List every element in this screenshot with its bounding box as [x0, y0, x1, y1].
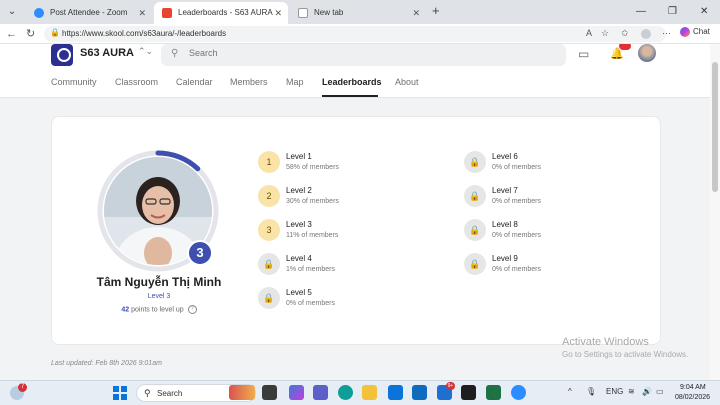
level-number-circle: 1 — [258, 151, 280, 173]
address-bar: ← ↻ 🔒 https://www.skool.com/s63aura/-/le… — [0, 24, 720, 44]
tab-community[interactable]: Community — [51, 77, 97, 87]
store-icon[interactable] — [388, 385, 403, 400]
level-item: 🔒 Level 8 0% of members — [464, 219, 644, 243]
lock-icon: 🔒 — [258, 253, 280, 275]
page-scrollbar[interactable] — [710, 44, 720, 380]
browser-tab-strip: ⌄ Post Attendee - Zoom ✕ Leaderboards - … — [0, 0, 720, 24]
url-field[interactable]: 🔒 https://www.skool.com/s63aura/-/leader… — [44, 26, 666, 42]
page-viewport: S63 AURA ⌃⌄ ⚲ ▭ 🔔 Community Classroom Ca… — [0, 44, 710, 380]
file-explorer-icon[interactable] — [362, 385, 377, 400]
member-name: Tâm Nguyễn Thị Minh — [96, 275, 222, 289]
level-item: 1 Level 1 58% of members — [258, 151, 438, 175]
favorites-icon[interactable]: ✩ — [621, 28, 629, 39]
browser-tab-zoom[interactable]: Post Attendee - Zoom ✕ — [26, 2, 152, 24]
level-number-circle: 2 — [258, 185, 280, 207]
lock-icon: 🔒 — [464, 253, 486, 275]
points-to-level-up: 42 points to level up ? — [60, 305, 258, 314]
tab-members[interactable]: Members — [230, 77, 268, 87]
zoom-icon[interactable] — [511, 385, 526, 400]
copilot-chat-button[interactable]: Chat — [680, 27, 710, 37]
task-view-icon[interactable] — [262, 385, 277, 400]
refresh-icon[interactable]: ↻ — [26, 26, 35, 42]
capcut-icon[interactable] — [461, 385, 476, 400]
close-tab-icon[interactable]: ✕ — [412, 2, 420, 24]
battery-icon[interactable]: ▭ — [656, 387, 664, 396]
tray-chevron-icon[interactable]: ^ — [568, 387, 572, 396]
maximize-icon[interactable]: ❐ — [668, 4, 677, 20]
browser-tab-leaderboards[interactable]: Leaderboards - S63 AURA ✕ — [154, 2, 288, 24]
level-number-circle: 3 — [258, 219, 280, 241]
favorite-star-icon[interactable]: ☆ — [601, 28, 609, 39]
microphone-icon[interactable]: 🎙 — [586, 387, 596, 396]
group-logo[interactable] — [51, 44, 73, 66]
language-indicator[interactable]: ENG — [606, 387, 623, 396]
level-item: 🔒 Level 5 0% of members — [258, 287, 438, 311]
lock-icon: 🔒 — [258, 287, 280, 309]
profile-avatar[interactable] — [641, 29, 651, 39]
level-item: 🔒 Level 9 0% of members — [464, 253, 644, 277]
close-tab-icon[interactable]: ✕ — [138, 2, 146, 24]
volume-icon[interactable]: 🔊 — [642, 387, 652, 396]
group-switcher-icon[interactable]: ⌃⌄ — [138, 46, 153, 57]
outlook-icon[interactable] — [412, 385, 427, 400]
windows-start-icon[interactable] — [113, 386, 127, 400]
taskbar: 7 ⚲ Search 9+ ^ 🎙 ENG ≋ 🔊 ▭ 9:04 AM 08/0… — [0, 380, 720, 405]
clock-date[interactable]: 08/02/2026 — [675, 394, 710, 401]
tab-map[interactable]: Map — [286, 77, 304, 87]
activate-windows-watermark: Activate Windows — [562, 336, 649, 348]
member-level-label: Level 3 — [147, 293, 171, 300]
mail-badge: 9+ — [446, 382, 455, 390]
skool-icon — [162, 8, 172, 18]
lock-icon: 🔒 — [464, 185, 486, 207]
minimize-icon[interactable]: — — [636, 4, 646, 20]
new-tab-plus-icon[interactable]: + — [432, 3, 440, 19]
help-icon[interactable]: ? — [187, 305, 197, 314]
lock-icon: 🔒 — [464, 219, 486, 241]
edge-icon[interactable] — [338, 385, 353, 400]
activate-windows-subtitle: Go to Settings to activate Windows. — [562, 350, 689, 359]
lock-icon: 🔒 — [50, 28, 60, 37]
zoom-icon — [34, 8, 44, 18]
level-item: 🔒 Level 7 0% of members — [464, 185, 644, 209]
news-widget-icon[interactable] — [229, 385, 255, 400]
weather-badge: 7 — [18, 383, 27, 392]
search-bar[interactable]: ⚲ — [161, 44, 566, 66]
copilot-icon — [680, 27, 690, 37]
search-icon: ⚲ — [171, 48, 179, 59]
last-updated: Last updated: Feb 8th 2026 9:01am — [51, 360, 162, 367]
group-name[interactable]: S63 AURA — [80, 47, 134, 59]
level-item: 🔒 Level 6 0% of members — [464, 151, 644, 175]
scroll-thumb[interactable] — [712, 62, 718, 192]
more-options-icon[interactable]: ⋯ — [662, 28, 671, 39]
user-avatar[interactable] — [638, 44, 656, 62]
close-tab-icon[interactable]: ✕ — [274, 2, 282, 24]
copilot-icon[interactable] — [289, 385, 304, 400]
tab-actions-chevron-icon[interactable]: ⌄ — [4, 4, 20, 20]
excel-icon[interactable] — [486, 385, 501, 400]
level-item: 3 Level 3 11% of members — [258, 219, 438, 243]
tab-classroom[interactable]: Classroom — [115, 77, 158, 87]
read-aloud-icon[interactable]: A — [586, 28, 592, 38]
search-icon: ⚲ — [144, 388, 151, 398]
site-header: S63 AURA ⌃⌄ ⚲ ▭ 🔔 Community Classroom Ca… — [0, 44, 710, 98]
member-level-badge: 3 — [187, 240, 213, 266]
browser-tab-newtab[interactable]: New tab ✕ — [290, 2, 426, 24]
tab-calendar[interactable]: Calendar — [176, 77, 213, 87]
clock-time[interactable]: 9:04 AM — [680, 384, 706, 391]
lock-icon: 🔒 — [464, 151, 486, 173]
notification-badge — [619, 44, 631, 50]
newtab-icon — [298, 8, 308, 18]
back-icon[interactable]: ← — [6, 26, 17, 42]
close-window-icon[interactable]: ✕ — [700, 4, 708, 20]
tab-about[interactable]: About — [395, 77, 419, 87]
level-item: 🔒 Level 4 1% of members — [258, 253, 438, 277]
teams-icon[interactable] — [313, 385, 328, 400]
tab-leaderboards[interactable]: Leaderboards — [322, 77, 382, 87]
active-tab-underline — [322, 95, 378, 97]
chat-icon[interactable]: ▭ — [578, 47, 589, 61]
wifi-icon[interactable]: ≋ — [628, 387, 635, 396]
level-item: 2 Level 2 30% of members — [258, 185, 438, 209]
search-input[interactable] — [189, 48, 549, 58]
